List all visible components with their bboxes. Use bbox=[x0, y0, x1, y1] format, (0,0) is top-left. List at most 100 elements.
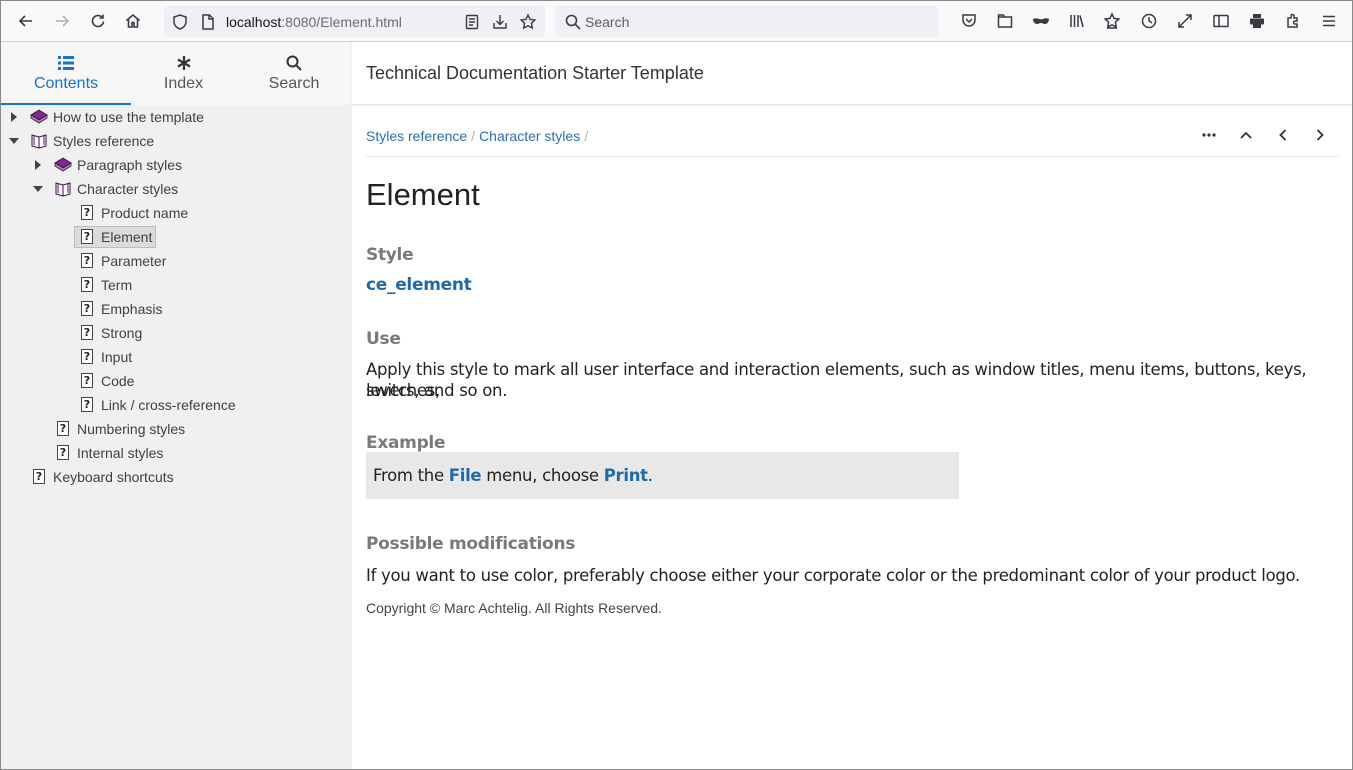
library-icon[interactable] bbox=[1065, 9, 1089, 33]
example-heading: Example bbox=[366, 433, 446, 453]
expand-arrow-icon[interactable] bbox=[9, 112, 19, 122]
search-icon bbox=[565, 14, 581, 30]
tree-item-code[interactable]: Code bbox=[101, 370, 134, 392]
topic-icon: ? bbox=[81, 325, 93, 340]
tree-item-label: Strong bbox=[101, 325, 143, 341]
modifications-heading: Possible modifications bbox=[366, 534, 576, 554]
asterisk-icon bbox=[176, 56, 191, 70]
breadcrumb-separator: / bbox=[584, 128, 589, 144]
menu-hamburger-icon[interactable] bbox=[1317, 9, 1341, 33]
shield-icon[interactable] bbox=[171, 13, 189, 31]
example-box: From the File menu, choose Print. bbox=[366, 452, 959, 499]
tab-contents[interactable]: Contents bbox=[1, 42, 131, 105]
tree-item-label: Parameter bbox=[101, 253, 167, 269]
tab-index[interactable]: Index bbox=[131, 42, 236, 105]
tree-item-label: Keyboard shortcuts bbox=[53, 469, 174, 485]
breadcrumb: Styles reference / Character styles / bbox=[366, 128, 592, 144]
doc-header: Technical Documentation Starter Template bbox=[352, 42, 1352, 105]
save-to-pocket-icon[interactable] bbox=[491, 13, 509, 31]
topic-icon: ? bbox=[81, 373, 93, 388]
tree-item-paragraph-styles[interactable]: Paragraph styles bbox=[77, 154, 182, 176]
nav-tabs: Contents Index Search bbox=[1, 42, 352, 105]
history-icon[interactable] bbox=[1137, 9, 1161, 33]
page-icon[interactable] bbox=[199, 13, 217, 31]
url-bar[interactable]: localhost:8080/Element.html bbox=[164, 6, 545, 37]
use-heading: Use bbox=[366, 329, 401, 349]
back-icon[interactable] bbox=[14, 9, 38, 33]
reader-view-icon[interactable] bbox=[463, 13, 481, 31]
style-heading: Style bbox=[366, 245, 414, 265]
tab-search-label: Search bbox=[268, 75, 320, 92]
tree-item-element[interactable]: Element bbox=[101, 226, 152, 248]
example-ui-element-file: File bbox=[448, 466, 482, 485]
tree-item-input[interactable]: Input bbox=[101, 346, 132, 368]
example-middle: menu, choose bbox=[481, 466, 604, 485]
chevron-right-icon[interactable] bbox=[1310, 125, 1330, 145]
example-ui-element-print: Print bbox=[603, 466, 648, 485]
chevron-up-icon[interactable] bbox=[1236, 125, 1256, 145]
collapse-arrow-icon[interactable] bbox=[9, 136, 19, 146]
browser-search-input[interactable]: Search bbox=[555, 6, 939, 37]
example-text: From the File menu, choose Print. bbox=[373, 466, 653, 485]
pocket-icon[interactable] bbox=[957, 9, 981, 33]
fullscreen-icon[interactable] bbox=[1173, 9, 1197, 33]
tree-item-product-name[interactable]: Product name bbox=[101, 202, 188, 224]
topic-icon: ? bbox=[81, 253, 93, 268]
tab-contents-label: Contents bbox=[33, 75, 99, 92]
doc-title: Technical Documentation Starter Template bbox=[366, 63, 704, 83]
tree-item-strong[interactable]: Strong bbox=[101, 322, 142, 344]
tree-item-label: Link / cross-reference bbox=[101, 397, 236, 413]
search-placeholder: Search bbox=[585, 14, 630, 30]
breadcrumb-divider bbox=[366, 156, 1339, 157]
content-pane: Technical Documentation Starter Template… bbox=[352, 42, 1352, 769]
tree-item-link-cross-reference[interactable]: Link / cross-reference bbox=[101, 394, 236, 416]
extensions-puzzle-icon[interactable] bbox=[1281, 9, 1305, 33]
sidebar-icon[interactable] bbox=[1209, 9, 1233, 33]
tab-search[interactable]: Search bbox=[236, 42, 352, 105]
tree-item-parameter[interactable]: Parameter bbox=[101, 250, 166, 272]
extensions-star-icon[interactable] bbox=[1100, 9, 1124, 33]
tree-item-styles-reference[interactable]: Styles reference bbox=[53, 130, 154, 152]
use-text-line-2: levers, and so on. bbox=[366, 381, 508, 400]
page-title: Element bbox=[366, 177, 480, 212]
tree-item-label: How to use the template bbox=[53, 109, 204, 125]
tree-item-numbering-styles[interactable]: Numbering styles bbox=[77, 418, 185, 440]
navigation-pane: Contents Index Search How to use the tem… bbox=[1, 42, 352, 769]
url-path: :8080/Element.html bbox=[281, 14, 402, 30]
forward-icon[interactable] bbox=[50, 9, 74, 33]
print-icon[interactable] bbox=[1245, 9, 1269, 33]
home-icon[interactable] bbox=[121, 9, 145, 33]
more-options-icon[interactable] bbox=[1199, 125, 1219, 145]
breadcrumb-styles-reference[interactable]: Styles reference bbox=[366, 128, 467, 144]
tree-item-character-styles[interactable]: Character styles bbox=[77, 178, 178, 200]
example-prefix: From the bbox=[373, 466, 449, 485]
tree-item-term[interactable]: Term bbox=[101, 274, 132, 296]
collapse-arrow-icon[interactable] bbox=[33, 184, 43, 194]
browser-window: localhost:8080/Element.html Search Conte… bbox=[0, 0, 1353, 770]
tree-item-label: Code bbox=[101, 373, 135, 389]
topic-icon: ? bbox=[81, 397, 93, 412]
chevron-left-icon[interactable] bbox=[1273, 125, 1293, 145]
list-icon bbox=[58, 56, 74, 70]
book-closed-icon bbox=[30, 109, 48, 124]
topic-icon: ? bbox=[57, 421, 69, 436]
tree-item-label: Input bbox=[101, 349, 133, 365]
example-suffix: . bbox=[647, 466, 653, 485]
tree-item-emphasis[interactable]: Emphasis bbox=[101, 298, 162, 320]
tree-item-label: Styles reference bbox=[53, 133, 155, 149]
tree-item-label: Term bbox=[101, 277, 133, 293]
tab-index-label: Index bbox=[163, 75, 204, 92]
bookmark-star-icon[interactable] bbox=[519, 13, 537, 31]
topic-icon: ? bbox=[33, 469, 45, 484]
style-name: ce_element bbox=[366, 275, 472, 295]
tree-item-internal-styles[interactable]: Internal styles bbox=[77, 442, 163, 464]
breadcrumb-character-styles[interactable]: Character styles bbox=[479, 128, 580, 144]
use-text-line-1: Apply this style to mark all user interf… bbox=[366, 360, 1307, 400]
tree-item-keyboard-shortcuts[interactable]: Keyboard shortcuts bbox=[53, 466, 174, 488]
private-mask-icon[interactable] bbox=[1029, 9, 1053, 33]
tree-item-how-to-use[interactable]: How to use the template bbox=[53, 106, 204, 128]
tab-folder-icon[interactable] bbox=[993, 9, 1017, 33]
expand-arrow-icon[interactable] bbox=[33, 160, 43, 170]
reload-icon[interactable] bbox=[86, 9, 110, 33]
topic-icon: ? bbox=[57, 445, 69, 460]
